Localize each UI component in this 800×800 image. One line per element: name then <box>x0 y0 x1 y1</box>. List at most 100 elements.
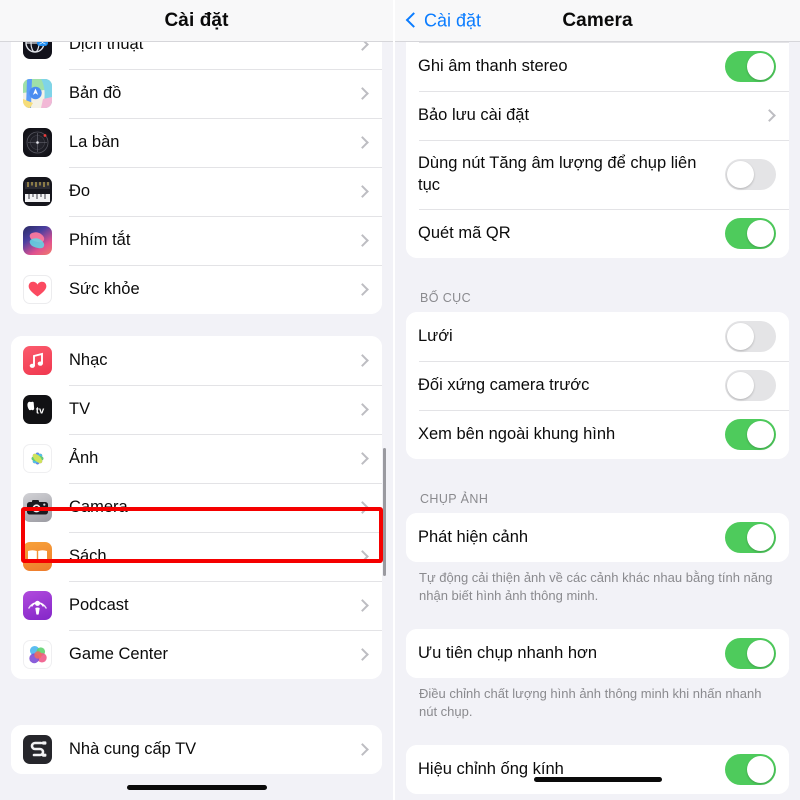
sidebar-item-do[interactable]: Đo <box>11 167 382 216</box>
sidebar-item-game-center[interactable]: Game Center <box>11 630 382 679</box>
row-label: Bảo lưu cài đặt <box>418 105 530 124</box>
chevron-right-icon <box>356 550 369 563</box>
camera-group-video: Ghi âm thanh stereo Bảo lưu cài đặt Dùng… <box>406 42 789 258</box>
tv-app-icon: tv <box>23 395 52 424</box>
toggle-knob <box>747 220 774 247</box>
health-app-icon <box>23 275 52 304</box>
footnote-phat-hien-canh: Tự động cải thiện ảnh về các cảnh khác n… <box>419 570 773 603</box>
camera-group-bo-cuc: Lưới Đối xứng camera trước Xem bên ngoài… <box>406 312 789 459</box>
podcast-app-icon <box>23 591 52 620</box>
sidebar-item-label: Bản đồ <box>69 83 122 102</box>
sidebar-item-sach[interactable]: Sách <box>11 532 382 581</box>
sidebar-item-anh[interactable]: Ảnh <box>11 434 382 483</box>
sidebar-item-la-ban[interactable]: La bàn <box>11 118 382 167</box>
toggle-phat-hien-canh[interactable] <box>725 522 776 553</box>
sidebar-item-label: TV <box>69 399 91 418</box>
books-app-icon <box>23 542 52 571</box>
translate-app-icon: 文A <box>23 42 52 59</box>
chevron-right-icon <box>356 403 369 416</box>
sidebar-item-ban-do[interactable]: Bản đồ <box>11 69 382 118</box>
settings-group-apps-1: 文A Dịch thuật <box>11 42 382 314</box>
toggle-quet-ma-qr[interactable] <box>725 218 776 249</box>
chevron-right-icon <box>356 185 369 198</box>
chevron-right-icon <box>356 452 369 465</box>
section-header-bo-cuc: BỐ CỤC <box>420 291 472 305</box>
camera-row-luoi[interactable]: Lưới <box>406 312 789 361</box>
sidebar-item-nhac[interactable]: Nhạc <box>11 336 382 385</box>
sidebar-item-label: Sức khỏe <box>69 279 140 298</box>
sidebar-item-dich-thuat[interactable]: 文A Dịch thuật <box>11 42 382 69</box>
toggle-ghi-am-thanh-stereo[interactable] <box>725 51 776 82</box>
sidebar-item-label: Đo <box>69 181 91 200</box>
toggle-doi-xung-camera-truoc[interactable] <box>725 370 776 401</box>
svg-text:文: 文 <box>39 42 46 46</box>
sidebar-item-nha-cung-cap-tv[interactable]: Nhà cung cấp TV <box>11 725 382 774</box>
camera-row-ghi-am-thanh-stereo[interactable]: Ghi âm thanh stereo <box>406 42 789 91</box>
chevron-right-icon <box>356 743 369 756</box>
chevron-right-icon <box>763 109 776 122</box>
camera-row-uu-tien-chup-nhanh-hon[interactable]: Ưu tiên chụp nhanh hơn <box>406 628 789 678</box>
sidebar-item-label: Camera <box>69 497 128 516</box>
row-label: Dùng nút Tăng âm lượng để chụp liên tục <box>418 154 697 194</box>
sidebar-item-label: Phím tắt <box>69 230 131 249</box>
chevron-right-icon <box>356 599 369 612</box>
camera-row-quet-ma-qr[interactable]: Quét mã QR <box>406 209 789 258</box>
camera-row-doi-xung-camera-truoc[interactable]: Đối xứng camera trước <box>406 361 789 410</box>
sidebar-item-suc-khoe[interactable]: Sức khỏe <box>11 265 382 314</box>
sidebar-item-podcast[interactable]: Podcast <box>11 581 382 630</box>
chevron-left-icon <box>405 12 422 28</box>
measure-app-icon <box>23 177 52 206</box>
sidebar-item-label: Game Center <box>69 644 169 663</box>
sidebar-item-label: Nhà cung cấp TV <box>69 739 197 758</box>
footnote-uu-tien-chup-nhanh: Điều chỉnh chất lượng hình ảnh thông min… <box>419 685 762 719</box>
sidebar-item-camera[interactable]: Camera <box>11 483 382 532</box>
left-scroll-area[interactable]: 文A Dịch thuật <box>0 42 393 800</box>
settings-group-tv-provider: Nhà cung cấp TV <box>11 725 382 774</box>
back-button[interactable]: Cài đặt <box>405 10 482 31</box>
chevron-right-icon <box>356 87 369 100</box>
page-title: Cài đặt <box>164 9 229 31</box>
dual-phone-screenshot: Cài đặt 文A Dịch thuật <box>0 0 800 800</box>
chevron-right-icon <box>356 136 369 149</box>
shortcuts-app-icon <box>23 226 52 255</box>
camera-row-xem-ben-ngoai-khung-hinh[interactable]: Xem bên ngoài khung hình <box>406 410 789 459</box>
music-app-icon <box>23 346 52 375</box>
section-header-chup-anh: CHỤP ẢNH <box>420 492 489 506</box>
camera-row-bao-luu-cai-dat[interactable]: Bảo lưu cài đặt <box>406 91 789 140</box>
row-label: Ưu tiên chụp nhanh hơn <box>418 643 598 662</box>
sidebar-item-phim-tat[interactable]: Phím tắt <box>11 216 382 265</box>
toggle-knob <box>747 639 774 667</box>
toggle-dung-nut-tang-am-luong[interactable] <box>725 159 776 190</box>
sidebar-item-label: Nhạc <box>69 350 108 369</box>
back-button-label: Cài đặt <box>424 10 482 30</box>
sidebar-item-label: La bàn <box>69 132 120 151</box>
camera-row-phat-hien-canh[interactable]: Phát hiện cảnh <box>406 513 789 562</box>
toggle-xem-ben-ngoai-khung-hinh[interactable] <box>725 419 776 450</box>
sidebar-item-tv[interactable]: tv TV <box>11 385 382 434</box>
chevron-right-icon <box>356 354 369 367</box>
left-navbar: Cài đặt <box>0 0 393 42</box>
row-label: Ghi âm thanh stereo <box>418 56 568 75</box>
camera-row-hieu-chinh-ong-kinh[interactable]: Hiệu chỉnh ống kính <box>406 744 789 794</box>
right-scroll-area[interactable]: Ghi âm thanh stereo Bảo lưu cài đặt Dùng… <box>395 42 800 800</box>
left-phone-panel: Cài đặt 文A Dịch thuật <box>0 0 393 800</box>
home-indicator <box>533 777 662 782</box>
toggle-knob <box>747 755 774 783</box>
page-title: Camera <box>562 9 633 31</box>
row-label: Xem bên ngoài khung hình <box>418 424 616 443</box>
toggle-luoi[interactable] <box>725 321 776 352</box>
chevron-right-icon <box>356 283 369 296</box>
toggle-hieu-chinh-ong-kinh[interactable] <box>725 753 776 785</box>
toggle-uu-tien-chup-nhanh-hon[interactable] <box>725 637 776 669</box>
camera-group-uu-tien-chup-nhanh: Ưu tiên chụp nhanh hơn <box>406 628 789 678</box>
left-scrollbar[interactable] <box>383 448 386 576</box>
right-navbar: Cài đặt Camera <box>395 0 800 42</box>
gamecenter-app-icon <box>23 640 52 669</box>
right-phone-panel: Cài đặt Camera Ghi âm thanh stereo Bảo l… <box>395 0 800 800</box>
sidebar-item-label: Ảnh <box>69 448 99 467</box>
sidebar-item-label: Podcast <box>69 595 129 614</box>
maps-app-icon <box>23 79 52 108</box>
camera-row-dung-nut-tang-am-luong[interactable]: Dùng nút Tăng âm lượng để chụp liên tục <box>406 140 789 209</box>
toggle-knob <box>747 421 774 448</box>
row-label: Quét mã QR <box>418 223 511 242</box>
